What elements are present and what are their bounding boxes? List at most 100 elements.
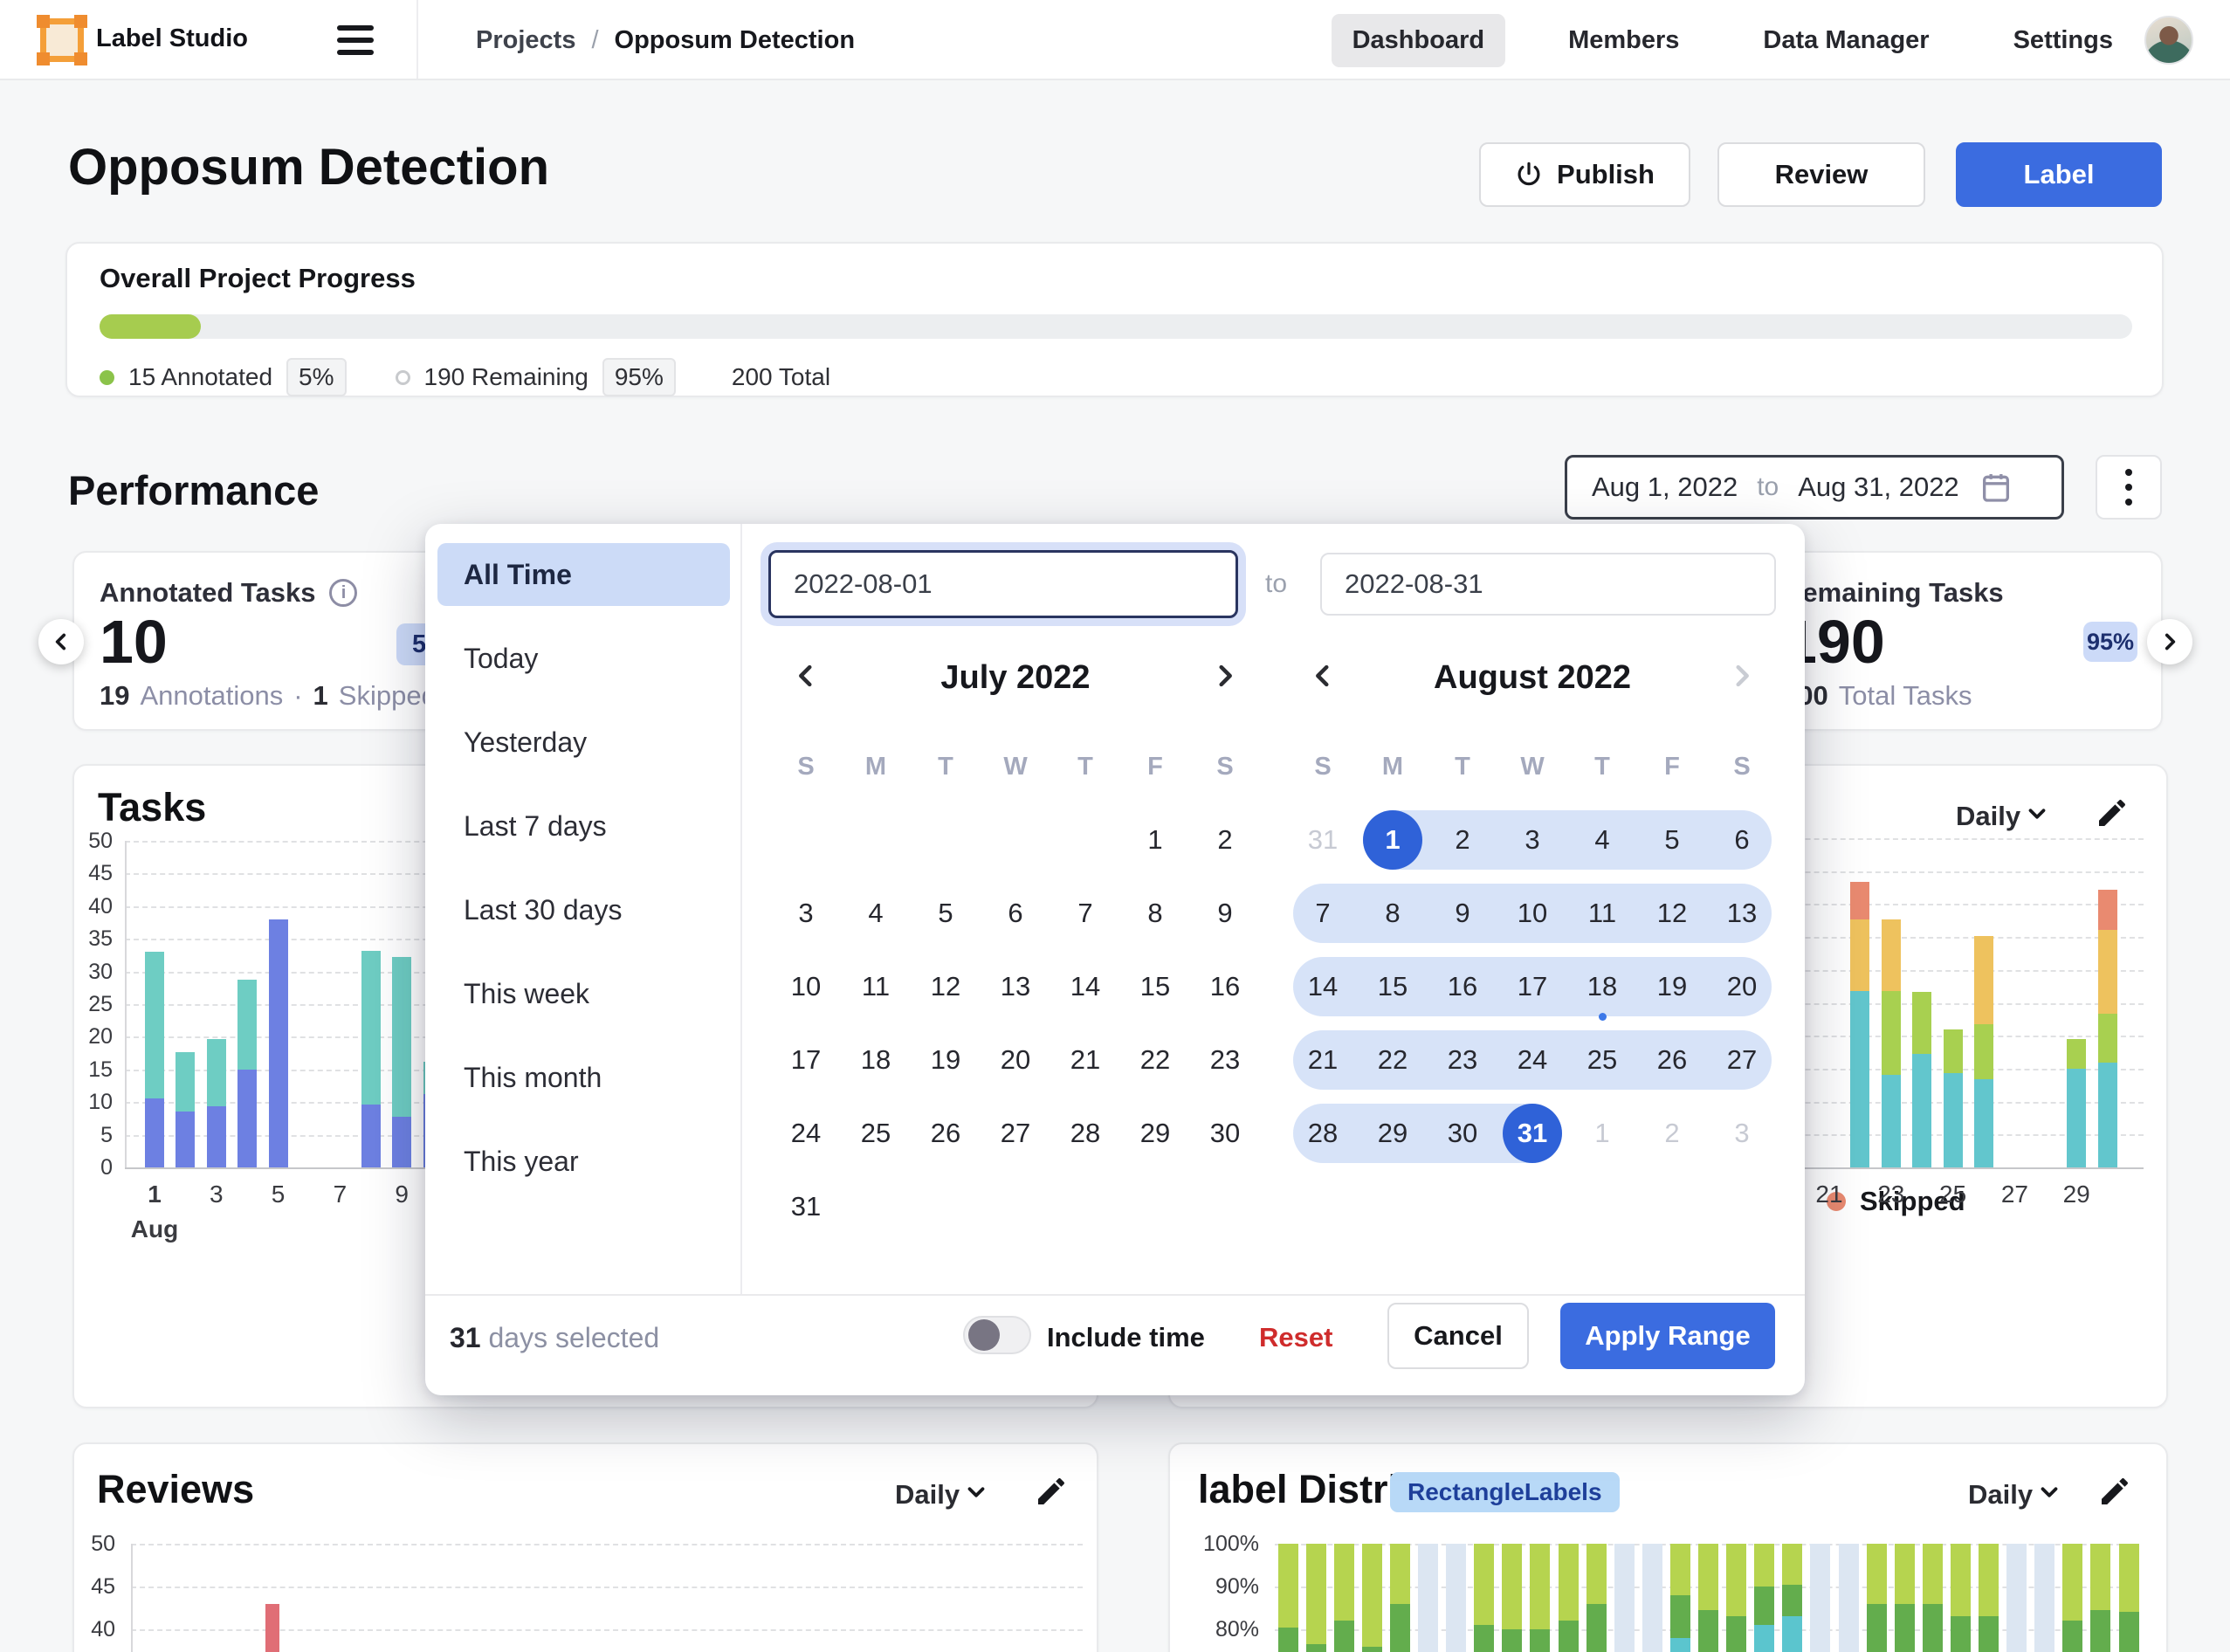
calendar-day-29[interactable]: 29	[1358, 1097, 1428, 1170]
label-button[interactable]: Label	[1956, 142, 2162, 207]
calendar-day-31[interactable]: 31	[1288, 803, 1358, 877]
calendar-day-26[interactable]: 26	[911, 1097, 981, 1170]
calendar-day-11[interactable]: 11	[1567, 877, 1637, 950]
calendar-day-15[interactable]: 15	[1120, 950, 1190, 1023]
hamburger-menu-icon[interactable]	[337, 24, 374, 56]
calendar-day-19[interactable]: 19	[911, 1023, 981, 1097]
calendar-day-5[interactable]: 5	[911, 877, 981, 950]
calendar-day-6[interactable]: 6	[1707, 803, 1777, 877]
calendar-day-20[interactable]: 20	[981, 1023, 1050, 1097]
calendar-day-7[interactable]: 7	[1050, 877, 1120, 950]
end-date-input[interactable]: 2022-08-31	[1320, 553, 1776, 616]
nav-item-dashboard[interactable]: Dashboard	[1332, 14, 1505, 67]
distribution-period-select[interactable]: Daily	[1968, 1479, 2033, 1511]
calendar-day-30[interactable]: 30	[1428, 1097, 1497, 1170]
preset-this-year[interactable]: This year	[437, 1130, 730, 1193]
calendar-day-3[interactable]: 3	[1497, 803, 1567, 877]
performance-menu-button[interactable]	[2096, 455, 2162, 520]
calendar-day-27[interactable]: 27	[981, 1097, 1050, 1170]
calendar-day-16[interactable]: 16	[1428, 950, 1497, 1023]
chevron-down-icon[interactable]	[2036, 1479, 2062, 1505]
calendar-day-17[interactable]: 17	[771, 1023, 841, 1097]
calendar-day-28[interactable]: 28	[1288, 1097, 1358, 1170]
preset-today[interactable]: Today	[437, 627, 730, 690]
activity-period-select[interactable]: Daily	[1956, 801, 2020, 832]
date-range-display[interactable]: Aug 1, 2022 to Aug 31, 2022	[1565, 455, 2064, 520]
start-date-input[interactable]: 2022-08-01	[768, 550, 1238, 618]
calendar-day-2[interactable]: 2	[1637, 1097, 1707, 1170]
publish-button[interactable]: Publish	[1479, 142, 1690, 207]
preset-all-time[interactable]: All Time	[437, 543, 730, 606]
preset-yesterday[interactable]: Yesterday	[437, 711, 730, 774]
calendar-day-2[interactable]: 2	[1428, 803, 1497, 877]
calendar-day-12[interactable]: 12	[1637, 877, 1707, 950]
calendar-day-4[interactable]: 4	[1567, 803, 1637, 877]
calendar-day-8[interactable]: 8	[1120, 877, 1190, 950]
cancel-button[interactable]: Cancel	[1387, 1303, 1529, 1369]
edit-pencil-icon[interactable]	[2095, 795, 2130, 830]
calendar-day-1[interactable]: 1	[1120, 803, 1190, 877]
calendar-day-8[interactable]: 8	[1358, 877, 1428, 950]
calendar-day-11[interactable]: 11	[841, 950, 911, 1023]
calendar-day-1[interactable]: 1	[1358, 803, 1428, 877]
chevron-down-icon[interactable]	[2024, 801, 2050, 827]
calendar-day-24[interactable]: 24	[1497, 1023, 1567, 1097]
calendar-day-3[interactable]: 3	[1707, 1097, 1777, 1170]
calendar-day-27[interactable]: 27	[1707, 1023, 1777, 1097]
calendar-day-23[interactable]: 23	[1428, 1023, 1497, 1097]
calendar-day-13[interactable]: 13	[981, 950, 1050, 1023]
calendar-day-24[interactable]: 24	[771, 1097, 841, 1170]
user-avatar[interactable]	[2144, 16, 2193, 65]
calendar-day-28[interactable]: 28	[1050, 1097, 1120, 1170]
nav-item-members[interactable]: Members	[1547, 14, 1700, 67]
reset-button[interactable]: Reset	[1259, 1322, 1332, 1353]
calendar-day-2[interactable]: 2	[1190, 803, 1260, 877]
calendar-day-14[interactable]: 14	[1050, 950, 1120, 1023]
calendar-day-18[interactable]: 18	[841, 1023, 911, 1097]
calendar-day-21[interactable]: 21	[1050, 1023, 1120, 1097]
reviews-period-select[interactable]: Daily	[895, 1479, 960, 1511]
calendar-day-7[interactable]: 7	[1288, 877, 1358, 950]
calendar-day-26[interactable]: 26	[1637, 1023, 1707, 1097]
calendar-day-17[interactable]: 17	[1497, 950, 1567, 1023]
apply-range-button[interactable]: Apply Range	[1560, 1303, 1775, 1369]
calendar-day-10[interactable]: 10	[771, 950, 841, 1023]
carousel-next-button[interactable]	[2147, 619, 2192, 664]
calendar-day-3[interactable]: 3	[771, 877, 841, 950]
chevron-down-icon[interactable]	[963, 1479, 989, 1505]
nav-item-data-manager[interactable]: Data Manager	[1742, 14, 1950, 67]
calendar-day-23[interactable]: 23	[1190, 1023, 1260, 1097]
calendar-day-30[interactable]: 30	[1190, 1097, 1260, 1170]
calendar-day-5[interactable]: 5	[1637, 803, 1707, 877]
carousel-prev-button[interactable]	[38, 619, 84, 664]
calendar-day-1[interactable]: 1	[1567, 1097, 1637, 1170]
calendar-day-4[interactable]: 4	[841, 877, 911, 950]
edit-pencil-icon[interactable]	[2097, 1474, 2132, 1509]
calendar-day-15[interactable]: 15	[1358, 950, 1428, 1023]
calendar-day-25[interactable]: 25	[1567, 1023, 1637, 1097]
calendar-day-12[interactable]: 12	[911, 950, 981, 1023]
calendar-day-31[interactable]: 31	[1497, 1097, 1567, 1170]
preset-this-week[interactable]: This week	[437, 962, 730, 1025]
calendar-day-22[interactable]: 22	[1120, 1023, 1190, 1097]
nav-item-settings[interactable]: Settings	[1993, 14, 2134, 67]
preset-last-7-days[interactable]: Last 7 days	[437, 795, 730, 857]
calendar-day-13[interactable]: 13	[1707, 877, 1777, 950]
include-time-toggle[interactable]	[963, 1316, 1031, 1354]
calendar-day-19[interactable]: 19	[1637, 950, 1707, 1023]
preset-this-month[interactable]: This month	[437, 1046, 730, 1109]
edit-pencil-icon[interactable]	[1034, 1474, 1069, 1509]
calendar-day-20[interactable]: 20	[1707, 950, 1777, 1023]
review-button[interactable]: Review	[1717, 142, 1925, 207]
calendar-day-10[interactable]: 10	[1497, 877, 1567, 950]
calendar-day-31[interactable]: 31	[771, 1170, 841, 1243]
calendar-day-25[interactable]: 25	[841, 1097, 911, 1170]
calendar-day-14[interactable]: 14	[1288, 950, 1358, 1023]
calendar-day-21[interactable]: 21	[1288, 1023, 1358, 1097]
calendar-day-9[interactable]: 9	[1428, 877, 1497, 950]
calendar-next-month-button[interactable]	[1723, 657, 1761, 695]
calendar-next-month-button[interactable]	[1206, 657, 1244, 695]
calendar-day-6[interactable]: 6	[981, 877, 1050, 950]
calendar-day-22[interactable]: 22	[1358, 1023, 1428, 1097]
label-studio-logo-icon[interactable]	[40, 18, 84, 62]
